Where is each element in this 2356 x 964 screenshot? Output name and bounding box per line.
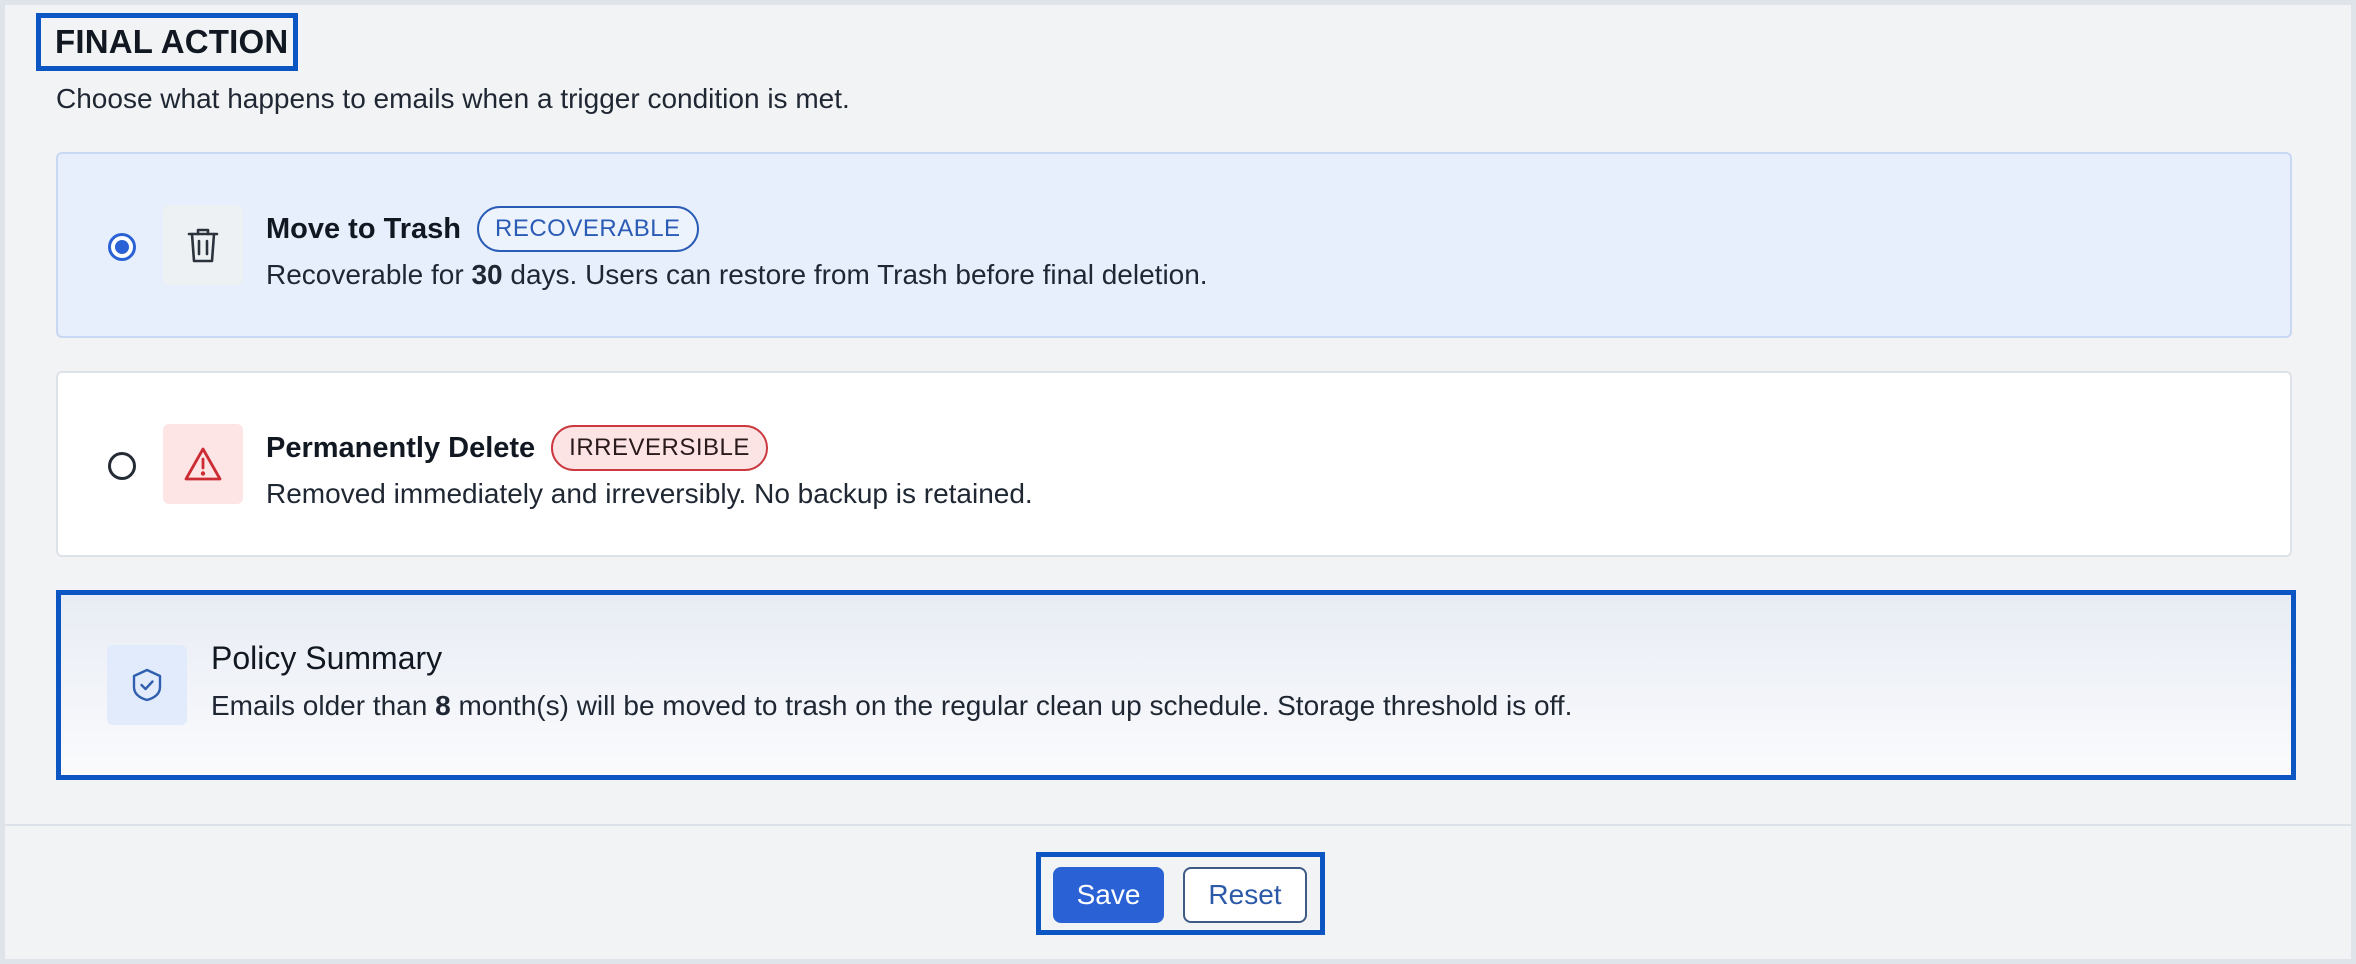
option-move-to-trash[interactable]: Move to Trash RECOVERABLE Recoverable fo…	[56, 152, 2292, 338]
section-title: FINAL ACTION	[55, 23, 289, 60]
age-months-value: 8	[435, 690, 451, 721]
warning-icon	[163, 424, 243, 504]
option-permanently-delete[interactable]: Permanently Delete IRREVERSIBLE Removed …	[56, 371, 2292, 557]
section-description: Choose what happens to emails when a tri…	[56, 83, 850, 114]
policy-summary-card: Policy Summary Emails older than 8 month…	[56, 590, 2296, 780]
option-description: Removed immediately and irreversibly. No…	[266, 478, 1033, 509]
summary-title: Policy Summary	[211, 640, 443, 676]
trash-icon	[163, 205, 243, 285]
irreversible-badge: IRREVERSIBLE	[551, 425, 768, 471]
footer-divider	[5, 824, 2351, 826]
summary-text: Emails older than 8 month(s) will be mov…	[211, 690, 1573, 721]
move-to-trash-radio[interactable]	[108, 233, 136, 261]
recoverable-badge: RECOVERABLE	[477, 206, 699, 252]
save-button[interactable]: Save	[1053, 867, 1164, 923]
option-title: Permanently Delete	[266, 431, 536, 464]
permanently-delete-radio[interactable]	[108, 452, 136, 480]
shield-check-icon	[107, 645, 187, 725]
retention-days-value: 30	[471, 259, 503, 290]
reset-button[interactable]: Reset	[1183, 867, 1307, 923]
option-title: Move to Trash	[266, 212, 461, 245]
option-description: Recoverable for 30 days. Users can resto…	[266, 259, 1208, 290]
